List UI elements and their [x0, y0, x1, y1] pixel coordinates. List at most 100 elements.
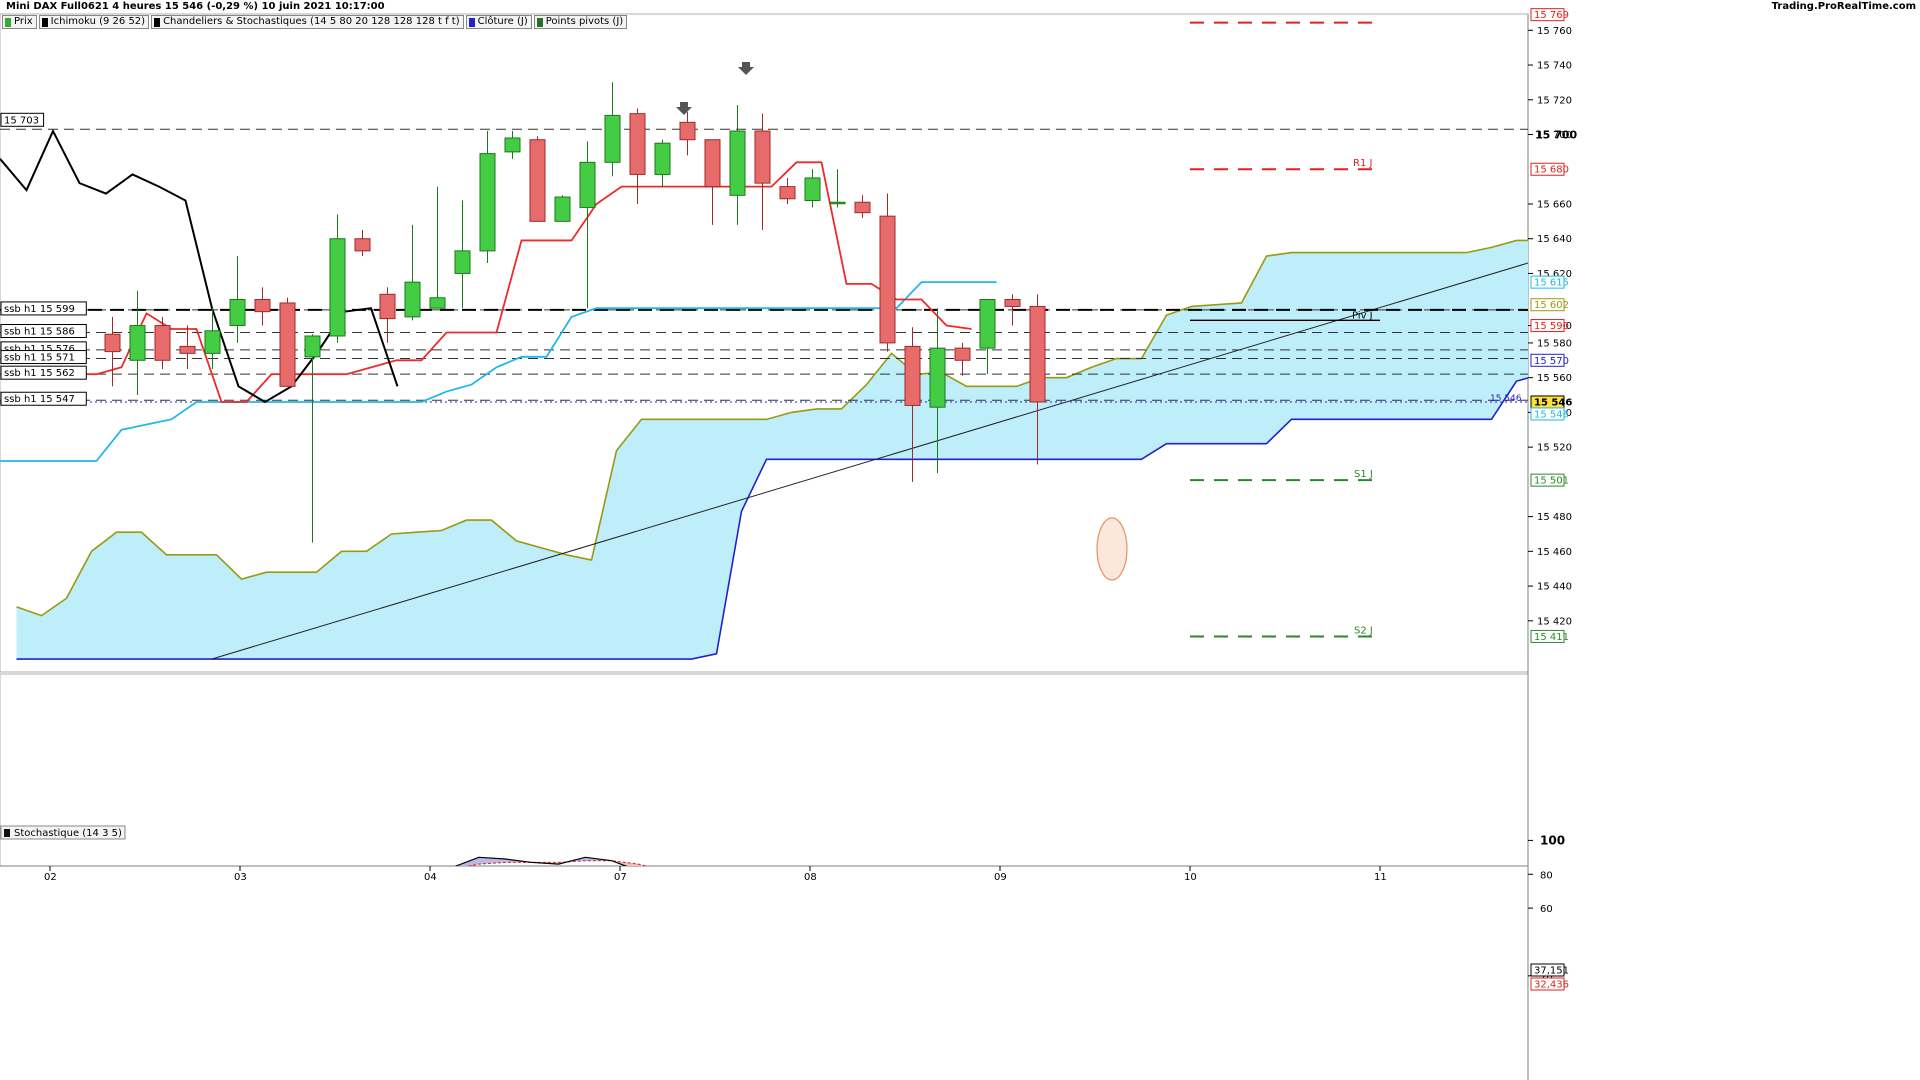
candle-body [1029, 305, 1046, 403]
candle-body [929, 347, 946, 408]
stoch-fill [0, 889, 27, 911]
y-tick-label: 15 520 [1537, 443, 1572, 454]
pivot-label: Piv J [1352, 310, 1373, 321]
s1-label: S1 J [1354, 469, 1373, 480]
price-swatch [5, 17, 11, 27]
left-level-label: 15 703 [4, 115, 39, 126]
candle-body [154, 325, 171, 361]
y-tick-label: 15 560 [1537, 373, 1572, 384]
stoch-fill [771, 908, 798, 922]
legend-label: Chandeliers & Stochastiques (14 5 80 20 … [163, 16, 460, 27]
legend-label: Clôture (J) [477, 16, 528, 27]
candle-body [704, 139, 721, 188]
highlight-ellipse [1096, 517, 1128, 581]
candle-body [254, 299, 271, 313]
stoch-fill [745, 898, 772, 908]
stoch-fill [80, 900, 107, 905]
candle-body [354, 238, 371, 252]
price-tag: 15 570 [1534, 356, 1569, 367]
legend-label: Prix [14, 16, 33, 27]
x-tick-label: 04 [424, 872, 437, 883]
legend-item-close[interactable]: Clôture (J) [465, 15, 532, 29]
ssb-h1-label: ssb h1 15 586 [4, 327, 75, 338]
close-small-label: 15 546 [1490, 394, 1522, 404]
candle-body [579, 161, 596, 208]
candle-body [654, 142, 671, 175]
candle-body [429, 297, 446, 309]
stoch-fill [931, 959, 958, 976]
stoch-fill [665, 871, 692, 885]
candle-body [379, 293, 396, 320]
x-tick-label: 07 [614, 872, 627, 883]
candle-body [179, 345, 196, 354]
y-tick-label: 15 460 [1537, 547, 1572, 558]
instrument-title: Mini DAX Full0621 4 heures 15 546 (-0,29… [6, 1, 385, 12]
candle-body [304, 335, 321, 358]
ichimoku-swatch [41, 17, 48, 27]
stoch-fill [53, 898, 80, 903]
y-tick-label: 15 760 [1537, 26, 1572, 37]
candle-body [879, 215, 896, 344]
stoch-title: Stochastique (14 3 5) [14, 828, 122, 839]
x-tick-label: 03 [234, 872, 247, 883]
price-tag: 15 501 [1534, 476, 1569, 487]
legend-item-ichimoku[interactable]: Ichimoku (9 26 52) [38, 15, 150, 29]
candle-body [279, 302, 296, 387]
indicator-legend: Prix Ichimoku (9 26 52) Chandeliers & St… [2, 15, 628, 29]
candle-body [504, 137, 521, 153]
candle-body [404, 281, 421, 318]
price-tag: 15 615 [1534, 278, 1569, 289]
y-tick-label: 15 580 [1537, 338, 1572, 349]
legend-item-pivots[interactable]: Points pivots (J) [533, 15, 628, 29]
stoch-fill [160, 896, 187, 904]
x-tick-label: 11 [1374, 872, 1387, 883]
stoch-fill [878, 957, 905, 972]
candle-body [204, 330, 221, 354]
stoch-fill [692, 878, 719, 890]
candle-body [454, 250, 471, 274]
y-tick-label: 15 440 [1537, 582, 1572, 593]
candle-body [904, 345, 921, 406]
legend-item-price[interactable]: Prix [2, 15, 37, 29]
price-tag: 15 680 [1534, 165, 1569, 176]
stoch-fill [798, 918, 825, 928]
stoch-fill [958, 950, 985, 958]
s2-label: S2 J [1354, 625, 1373, 636]
legend-item-candles-stoch[interactable]: Chandeliers & Stochastiques (14 5 80 20 … [151, 15, 464, 29]
stoch-d-tag: 32,436 [1534, 980, 1569, 991]
brand-link[interactable]: Trading.ProRealTime.com [1772, 1, 1916, 12]
x-tick-label: 09 [994, 872, 1007, 883]
price-tag: 15 546 [1534, 409, 1569, 420]
ssb-h1-label: ssb h1 15 562 [4, 368, 75, 379]
candle-body [629, 113, 646, 175]
close-swatch [468, 17, 475, 27]
candle-body [954, 347, 971, 361]
candle-body [804, 177, 821, 202]
stoch-fill [213, 891, 240, 898]
price-tag: 15 602 [1534, 300, 1569, 311]
stoch-fill [133, 903, 160, 905]
y-tick-label: 15 480 [1537, 512, 1572, 523]
candle-body [479, 153, 496, 252]
y-tick-label: 15 720 [1537, 95, 1572, 106]
pivots-swatch [536, 17, 543, 27]
candle-body [554, 196, 571, 222]
x-tick-label: 10 [1184, 872, 1197, 883]
candles-stoch-swatch [154, 17, 161, 27]
stoch-plot [0, 856, 985, 976]
candle-body [104, 333, 121, 353]
y-tick-label: 15 640 [1537, 234, 1572, 245]
stoch-fill [851, 932, 878, 959]
candle-body [229, 299, 246, 327]
stoch-fill [106, 903, 133, 905]
stoch-fill [638, 864, 646, 866]
price-chart: R1 JPiv JS1 JS2 JDXMXXXX, 4h© ProRealTim… [0, 8, 1864, 1080]
stoch-fill [186, 891, 213, 901]
stoch-panel [0, 673, 1529, 867]
x-tick-label: 02 [44, 872, 57, 883]
stoch-k-tag: 37,151 [1534, 966, 1569, 977]
stoch-fill [239, 898, 266, 908]
ssb-h1-label: ssb h1 15 571 [4, 353, 75, 364]
stoch-fill [27, 898, 54, 903]
watermark: DXMXXXX, 4h [1725, 789, 1864, 813]
